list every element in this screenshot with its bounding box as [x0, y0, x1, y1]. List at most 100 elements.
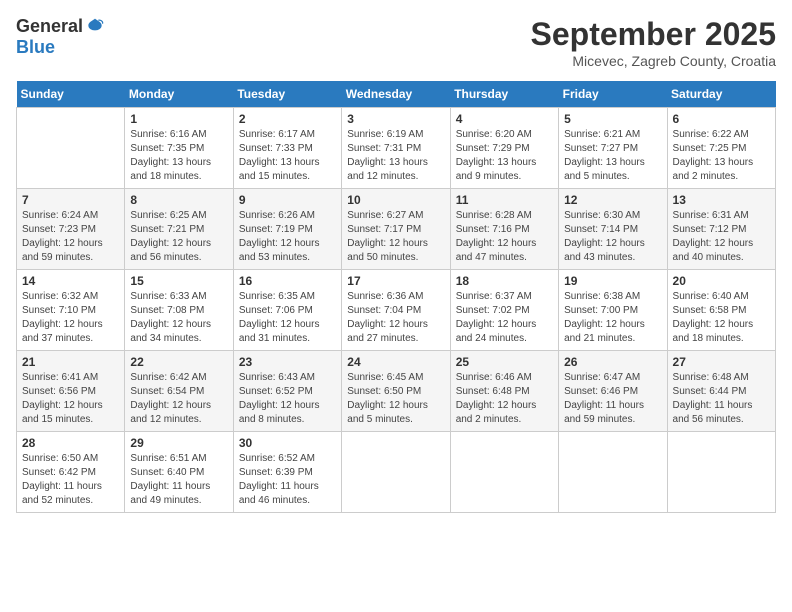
day-number: 22 — [130, 355, 227, 369]
calendar-cell: 12 Sunrise: 6:30 AM Sunset: 7:14 PM Dayli… — [559, 189, 667, 270]
calendar-cell: 11 Sunrise: 6:28 AM Sunset: 7:16 PM Dayli… — [450, 189, 558, 270]
day-number: 5 — [564, 112, 661, 126]
day-number: 13 — [673, 193, 770, 207]
weekday-header-sunday: Sunday — [17, 81, 125, 108]
calendar-cell — [667, 432, 775, 513]
day-detail: Sunrise: 6:38 AM Sunset: 7:00 PM Dayligh… — [564, 290, 661, 346]
calendar-cell — [17, 108, 125, 189]
title-section: September 2025 Micevec, Zagreb County, C… — [531, 16, 776, 69]
day-detail: Sunrise: 6:24 AM Sunset: 7:23 PM Dayligh… — [22, 209, 119, 265]
day-number: 14 — [22, 274, 119, 288]
weekday-header-tuesday: Tuesday — [233, 81, 341, 108]
day-detail: Sunrise: 6:17 AM Sunset: 7:33 PM Dayligh… — [239, 128, 336, 184]
calendar-cell: 18 Sunrise: 6:37 AM Sunset: 7:02 PM Dayli… — [450, 270, 558, 351]
calendar-cell: 5 Sunrise: 6:21 AM Sunset: 7:27 PM Daylig… — [559, 108, 667, 189]
day-detail: Sunrise: 6:19 AM Sunset: 7:31 PM Dayligh… — [347, 128, 444, 184]
day-number: 1 — [130, 112, 227, 126]
calendar-week-row: 14 Sunrise: 6:32 AM Sunset: 7:10 PM Dayli… — [17, 270, 776, 351]
day-number: 4 — [456, 112, 553, 126]
day-detail: Sunrise: 6:46 AM Sunset: 6:48 PM Dayligh… — [456, 371, 553, 427]
day-detail: Sunrise: 6:45 AM Sunset: 6:50 PM Dayligh… — [347, 371, 444, 427]
day-number: 10 — [347, 193, 444, 207]
day-detail: Sunrise: 6:28 AM Sunset: 7:16 PM Dayligh… — [456, 209, 553, 265]
day-number: 21 — [22, 355, 119, 369]
day-number: 11 — [456, 193, 553, 207]
day-number: 23 — [239, 355, 336, 369]
day-number: 28 — [22, 436, 119, 450]
calendar-cell: 19 Sunrise: 6:38 AM Sunset: 7:00 PM Dayli… — [559, 270, 667, 351]
day-number: 9 — [239, 193, 336, 207]
weekday-header-friday: Friday — [559, 81, 667, 108]
day-detail: Sunrise: 6:50 AM Sunset: 6:42 PM Dayligh… — [22, 452, 119, 508]
day-number: 17 — [347, 274, 444, 288]
day-detail: Sunrise: 6:43 AM Sunset: 6:52 PM Dayligh… — [239, 371, 336, 427]
day-number: 25 — [456, 355, 553, 369]
day-number: 7 — [22, 193, 119, 207]
day-detail: Sunrise: 6:31 AM Sunset: 7:12 PM Dayligh… — [673, 209, 770, 265]
day-number: 19 — [564, 274, 661, 288]
day-detail: Sunrise: 6:33 AM Sunset: 7:08 PM Dayligh… — [130, 290, 227, 346]
day-number: 15 — [130, 274, 227, 288]
day-detail: Sunrise: 6:41 AM Sunset: 6:56 PM Dayligh… — [22, 371, 119, 427]
day-number: 8 — [130, 193, 227, 207]
day-number: 18 — [456, 274, 553, 288]
calendar-cell — [559, 432, 667, 513]
calendar-cell: 8 Sunrise: 6:25 AM Sunset: 7:21 PM Daylig… — [125, 189, 233, 270]
page-header: General Blue September 2025 Micevec, Zag… — [16, 16, 776, 69]
day-detail: Sunrise: 6:48 AM Sunset: 6:44 PM Dayligh… — [673, 371, 770, 427]
day-number: 30 — [239, 436, 336, 450]
day-detail: Sunrise: 6:51 AM Sunset: 6:40 PM Dayligh… — [130, 452, 227, 508]
day-detail: Sunrise: 6:25 AM Sunset: 7:21 PM Dayligh… — [130, 209, 227, 265]
calendar-cell: 14 Sunrise: 6:32 AM Sunset: 7:10 PM Dayli… — [17, 270, 125, 351]
weekday-header-thursday: Thursday — [450, 81, 558, 108]
calendar-week-row: 21 Sunrise: 6:41 AM Sunset: 6:56 PM Dayli… — [17, 351, 776, 432]
calendar-cell: 20 Sunrise: 6:40 AM Sunset: 6:58 PM Dayli… — [667, 270, 775, 351]
calendar-cell: 13 Sunrise: 6:31 AM Sunset: 7:12 PM Dayli… — [667, 189, 775, 270]
calendar-week-row: 1 Sunrise: 6:16 AM Sunset: 7:35 PM Daylig… — [17, 108, 776, 189]
day-number: 20 — [673, 274, 770, 288]
calendar-cell: 16Sunrise: 6:35 AM Sunset: 7:06 PM Dayli… — [233, 270, 341, 351]
day-number: 29 — [130, 436, 227, 450]
calendar-cell: 21 Sunrise: 6:41 AM Sunset: 6:56 PM Dayli… — [17, 351, 125, 432]
day-number: 2 — [239, 112, 336, 126]
day-detail: Sunrise: 6:42 AM Sunset: 6:54 PM Dayligh… — [130, 371, 227, 427]
day-detail: Sunrise: 6:26 AM Sunset: 7:19 PM Dayligh… — [239, 209, 336, 265]
calendar-week-row: 28 Sunrise: 6:50 AM Sunset: 6:42 PM Dayli… — [17, 432, 776, 513]
calendar-cell: 30 Sunrise: 6:52 AM Sunset: 6:39 PM Dayli… — [233, 432, 341, 513]
calendar-cell: 26 Sunrise: 6:47 AM Sunset: 6:46 PM Dayli… — [559, 351, 667, 432]
calendar-cell: 28 Sunrise: 6:50 AM Sunset: 6:42 PM Dayli… — [17, 432, 125, 513]
day-detail: Sunrise: 6:22 AM Sunset: 7:25 PM Dayligh… — [673, 128, 770, 184]
location-text: Micevec, Zagreb County, Croatia — [531, 53, 776, 69]
calendar-cell: 4Sunrise: 6:20 AM Sunset: 7:29 PM Daylig… — [450, 108, 558, 189]
day-detail: Sunrise: 6:16 AM Sunset: 7:35 PM Dayligh… — [130, 128, 227, 184]
calendar-cell — [342, 432, 450, 513]
calendar-cell: 24 Sunrise: 6:45 AM Sunset: 6:50 PM Dayli… — [342, 351, 450, 432]
day-detail: Sunrise: 6:36 AM Sunset: 7:04 PM Dayligh… — [347, 290, 444, 346]
logo-blue-text: Blue — [16, 37, 55, 58]
day-detail: Sunrise: 6:35 AM Sunset: 7:06 PM Dayligh… — [239, 290, 336, 346]
day-number: 24 — [347, 355, 444, 369]
calendar-cell: 23 Sunrise: 6:43 AM Sunset: 6:52 PM Dayli… — [233, 351, 341, 432]
weekday-header-saturday: Saturday — [667, 81, 775, 108]
day-detail: Sunrise: 6:21 AM Sunset: 7:27 PM Dayligh… — [564, 128, 661, 184]
calendar-cell: 17 Sunrise: 6:36 AM Sunset: 7:04 PM Dayli… — [342, 270, 450, 351]
weekday-header-wednesday: Wednesday — [342, 81, 450, 108]
calendar-cell: 27Sunrise: 6:48 AM Sunset: 6:44 PM Dayli… — [667, 351, 775, 432]
calendar-table: SundayMondayTuesdayWednesdayThursdayFrid… — [16, 81, 776, 513]
day-detail: Sunrise: 6:40 AM Sunset: 6:58 PM Dayligh… — [673, 290, 770, 346]
day-detail: Sunrise: 6:30 AM Sunset: 7:14 PM Dayligh… — [564, 209, 661, 265]
calendar-cell: 29 Sunrise: 6:51 AM Sunset: 6:40 PM Dayli… — [125, 432, 233, 513]
day-detail: Sunrise: 6:32 AM Sunset: 7:10 PM Dayligh… — [22, 290, 119, 346]
day-detail: Sunrise: 6:27 AM Sunset: 7:17 PM Dayligh… — [347, 209, 444, 265]
calendar-cell — [450, 432, 558, 513]
logo-general-text: General — [16, 16, 83, 37]
day-detail: Sunrise: 6:37 AM Sunset: 7:02 PM Dayligh… — [456, 290, 553, 346]
calendar-cell: 22 Sunrise: 6:42 AM Sunset: 6:54 PM Dayli… — [125, 351, 233, 432]
calendar-cell: 2 Sunrise: 6:17 AM Sunset: 7:33 PM Daylig… — [233, 108, 341, 189]
calendar-cell: 15 Sunrise: 6:33 AM Sunset: 7:08 PM Dayli… — [125, 270, 233, 351]
day-number: 26 — [564, 355, 661, 369]
day-detail: Sunrise: 6:52 AM Sunset: 6:39 PM Dayligh… — [239, 452, 336, 508]
weekday-header-row: SundayMondayTuesdayWednesdayThursdayFrid… — [17, 81, 776, 108]
day-number: 12 — [564, 193, 661, 207]
day-detail: Sunrise: 6:47 AM Sunset: 6:46 PM Dayligh… — [564, 371, 661, 427]
